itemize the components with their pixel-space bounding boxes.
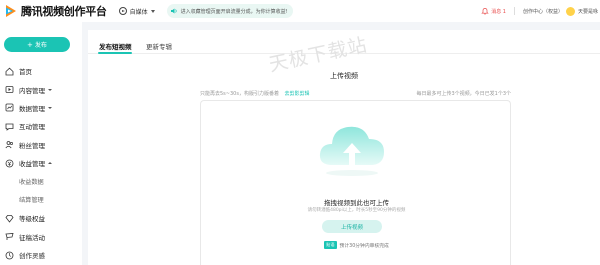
bell-icon	[481, 8, 489, 15]
active-tab-indicator	[98, 52, 132, 54]
speaker-icon	[170, 8, 177, 14]
sidebar-item-fans[interactable]: 粉丝管理	[0, 136, 82, 154]
drop-requirements: 请勿转潜酷480pi以上，时长5秒至90分钟的视频	[307, 208, 406, 213]
sidebar-nav: 首页 内容管理 数据管理 互动管理 粉丝管理 收益管理 收益数据 结算管理 等级…	[0, 62, 82, 264]
sidebar-item-inspiration[interactable]: 创作灵感	[0, 246, 82, 264]
tab-publish-short-video[interactable]: 发布短视频	[99, 41, 132, 51]
creator-center-link[interactable]: 创作中心（权益）	[523, 8, 563, 15]
brand-name: 腾讯视频创作平台	[21, 5, 107, 18]
header-right: 消息 1 创作中心（权益） 天要是咏	[481, 6, 600, 16]
sidebar-item-label: 创作灵感	[19, 252, 45, 261]
sidebar-item-label: 数据管理	[19, 104, 45, 113]
page-title: 上传视频	[330, 72, 358, 80]
sidebar-item-label: 征稿活动	[19, 233, 45, 242]
publish-button[interactable]: + 发布	[4, 37, 70, 52]
sidebar-item-revenue[interactable]: 收益管理	[0, 154, 82, 172]
cloud-upload-icon	[319, 126, 384, 176]
upload-dropzone[interactable]: 拖拽视频到此也可上传 请勿转潜酷480pi以上，时长5秒至90分钟的视频 上传视…	[200, 100, 511, 265]
drop-instruction: 拖拽视频到此也可上传	[324, 199, 389, 207]
daily-limit-hint: 每日最多可上传3个视频，今日已发1个3个	[416, 91, 511, 97]
interaction-icon	[5, 123, 14, 131]
revenue-icon	[5, 159, 14, 168]
sidebar-item-interaction[interactable]: 互动管理	[0, 117, 82, 135]
notice-text: 进入収藏管理页面开启流量分成，为你计算收益!	[180, 8, 288, 15]
tip-badge: 贴语	[324, 241, 337, 249]
upload-hint: 只能再去5s~30s，构版引力版番着 去剪影剪辑	[200, 90, 310, 97]
data-icon	[5, 104, 14, 112]
sidebar-item-activity[interactable]: 征稿活动	[0, 228, 82, 246]
chevron-down-icon	[48, 106, 52, 109]
sidebar-item-label: 收益数据	[19, 179, 44, 187]
sidebar-item-label: 等级权益	[19, 215, 45, 224]
tab-update-album[interactable]: 更新专辑	[146, 41, 172, 51]
play-circle-icon	[118, 7, 127, 15]
notice-banner[interactable]: 进入収藏管理页面开启流量分成，为你计算收益!	[166, 4, 293, 18]
tencent-video-logo-icon	[6, 5, 16, 17]
chevron-up-icon	[48, 162, 52, 165]
edit-link[interactable]: 去剪影剪辑	[285, 91, 310, 97]
content-icon	[5, 86, 14, 93]
sidebar-item-label: 内容管理	[19, 86, 45, 95]
tab-bar: 发布短视频 更新专辑 天极下载站	[88, 30, 600, 76]
sidebar-item-label: 粉丝管理	[19, 141, 45, 150]
level-icon	[5, 214, 14, 223]
sidebar-item-data[interactable]: 数据管理	[0, 99, 82, 117]
sidebar-item-label: 首页	[19, 68, 32, 77]
inspiration-icon	[5, 251, 14, 259]
chevron-down-icon	[150, 9, 155, 13]
fans-icon	[5, 141, 13, 149]
upload-video-button[interactable]: 上传视频	[322, 220, 382, 233]
home-icon	[5, 67, 14, 76]
mode-label: 自媒体	[129, 8, 148, 16]
avatar[interactable]	[565, 6, 575, 16]
sidebar-item-level[interactable]: 等级权益	[0, 209, 82, 227]
messages-link[interactable]: 消息 1	[481, 7, 506, 15]
activity-icon	[5, 233, 14, 241]
sidebar-item-label: 收益管理	[19, 160, 45, 169]
top-header: 腾讯视频创作平台 自媒体 进入収藏管理页面开启流量分成，为你计算收益! 消息 1…	[0, 0, 600, 22]
sidebar: + 发布 首页 内容管理 数据管理 互动管理 粉丝管理 收益管理 收益数据 结算…	[0, 22, 82, 265]
sidebar-item-content[interactable]: 内容管理	[0, 80, 82, 98]
tip-text: 预计30分钟内审核完成	[339, 243, 389, 249]
header-divider	[513, 7, 515, 15]
plus-icon: +	[27, 40, 33, 49]
sidebar-item-revenue-data[interactable]: 收益数据	[0, 172, 82, 190]
messages-label: 消息 1	[491, 8, 506, 15]
sidebar-item-home[interactable]: 首页	[0, 62, 82, 80]
chevron-down-icon	[48, 88, 52, 91]
publish-label: 发布	[34, 42, 47, 49]
upload-hint-text: 只能再去5s~30s，构版引力版番着	[200, 91, 279, 97]
username[interactable]: 天要是咏	[578, 8, 598, 15]
main-panel: 发布短视频 更新专辑 天极下载站 上传视频 只能再去5s~30s，构版引力版番着…	[88, 30, 600, 265]
review-tip: 贴语 预计30分钟内审核完成	[201, 241, 512, 249]
sidebar-item-settlement[interactable]: 结算管理	[0, 191, 82, 209]
account-mode-select[interactable]: 自媒体	[118, 7, 155, 16]
sidebar-item-label: 互动管理	[19, 123, 45, 132]
sidebar-item-label: 结算管理	[19, 197, 44, 205]
brand-logo[interactable]: 腾讯视频创作平台	[4, 3, 107, 19]
